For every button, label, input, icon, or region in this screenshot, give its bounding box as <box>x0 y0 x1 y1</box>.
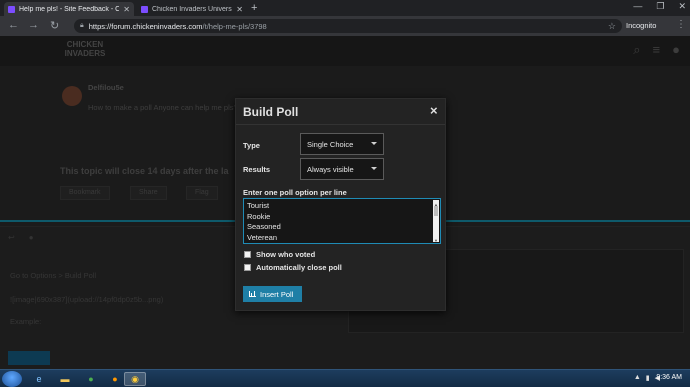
poll-results-value: Always visible <box>307 164 354 174</box>
bookmark-star-icon[interactable]: ☆ <box>608 21 616 32</box>
poll-option-line: Seasoned <box>247 222 281 232</box>
modal-header: Build Poll × <box>236 99 445 125</box>
type-label: Type <box>243 141 260 150</box>
forum-logo[interactable]: CHICKEN INVADERS <box>62 40 108 64</box>
build-poll-modal: Build Poll × Type Single Choice Results … <box>235 98 446 311</box>
poll-options-textarea[interactable]: Tourist Rookie Seasoned Veterean ▲ ▼ <box>243 198 441 244</box>
address-bar[interactable]: 🔒︎ https://forum.chickeninvaders.com/t/h… <box>74 19 622 33</box>
bar-chart-icon <box>249 291 256 297</box>
modal-close-icon[interactable]: × <box>430 103 438 118</box>
chrome-taskbar-icon[interactable]: ◉ <box>124 372 146 386</box>
poster-name[interactable]: Delfilou5e <box>88 83 124 92</box>
post-body: How to make a poll Anyone can help me pl… <box>88 103 238 112</box>
poll-option-line: Rookie <box>247 211 271 221</box>
explorer-taskbar-icon[interactable]: ▬ <box>54 372 76 386</box>
reply-icon[interactable]: ↩ <box>8 233 15 242</box>
browser-tab-strip: Help me pls! - Site Feedback - Ch ✕ Chic… <box>0 0 690 16</box>
composer-text-line: Example: <box>10 317 42 326</box>
ie-taskbar-icon[interactable]: e <box>28 372 50 386</box>
reload-icon[interactable]: ↻ <box>50 19 59 32</box>
bookmark-button[interactable]: Bookmark <box>60 186 110 200</box>
discourse-favicon-icon <box>141 5 148 13</box>
new-tab-button[interactable]: + <box>251 2 257 14</box>
reply-button[interactable] <box>8 351 50 365</box>
flag-button[interactable]: Flag <box>186 186 218 200</box>
share-button[interactable]: Share <box>130 186 167 200</box>
tray-expand-icon[interactable]: ▲ <box>634 374 641 382</box>
scroll-down-icon[interactable]: ▼ <box>434 236 438 247</box>
results-label: Results <box>243 165 271 174</box>
windows-taskbar: e ▬ ● ● ◉ ▲ ▮ ◀ 9:36 AM <box>0 369 690 387</box>
insert-poll-button[interactable]: Insert Poll <box>243 286 302 302</box>
poll-option-line: Veterean <box>247 232 278 242</box>
poster-avatar[interactable] <box>62 86 82 106</box>
insert-poll-label: Insert Poll <box>260 289 294 299</box>
textarea-scrollbar[interactable]: ▲ ▼ <box>433 200 439 243</box>
url-path: /t/help-me-pls/3798 <box>202 21 267 31</box>
forward-arrow-icon[interactable]: → <box>28 19 39 31</box>
app-taskbar-icon[interactable]: ● <box>104 372 126 386</box>
forum-header: CHICKEN INVADERS ⌕ ≡ ● <box>0 36 690 66</box>
header-icons: ⌕ ≡ ● <box>633 42 680 58</box>
auto-close-checkbox[interactable] <box>244 264 251 271</box>
composer-text-line: ![image|690x387](upload://14pf0dp0z5b...… <box>10 295 164 304</box>
composer-text-line: Go to Options > Build Poll <box>10 271 97 280</box>
browser-menu-icon[interactable]: ⋮ <box>676 19 686 30</box>
network-icon[interactable]: ▮ <box>646 374 650 382</box>
dropdown-caret-icon <box>371 142 377 145</box>
taskbar-clock[interactable]: 9:36 AM <box>656 374 682 381</box>
options-label: Enter one poll option per line <box>243 188 347 197</box>
topic-close-notice: This topic will close 14 days after the … <box>60 166 229 176</box>
browser-tab-chicken-invaders[interactable]: Chicken Invaders Universe ✕ <box>137 2 247 16</box>
tab-close-icon[interactable]: ✕ <box>236 5 243 14</box>
poll-option-line: Tourist <box>247 201 270 210</box>
scrollbar-thumb[interactable] <box>434 206 438 216</box>
composer-toolbar: ↩ ● <box>8 233 34 242</box>
discourse-favicon-icon <box>8 5 15 13</box>
hamburger-menu-icon[interactable]: ≡ <box>653 42 661 58</box>
maximize-icon[interactable]: ❐ <box>656 1 664 12</box>
browser-toolbar: ← → ↻ 🔒︎ https://forum.chickeninvaders.c… <box>0 16 690 36</box>
media-taskbar-icon[interactable]: ● <box>80 372 102 386</box>
auto-close-label[interactable]: Automatically close poll <box>256 263 342 272</box>
start-button[interactable] <box>2 371 22 387</box>
tab-close-icon[interactable]: ✕ <box>123 5 130 14</box>
browser-tab-help-me-pls[interactable]: Help me pls! - Site Feedback - Ch ✕ <box>4 2 134 16</box>
user-avatar[interactable]: ● <box>672 42 680 58</box>
incognito-indicator[interactable]: Incognito <box>626 21 656 30</box>
show-who-voted-label[interactable]: Show who voted <box>256 250 315 259</box>
poll-type-value: Single Choice <box>307 139 354 149</box>
poll-results-select[interactable]: Always visible <box>300 158 384 180</box>
minimize-icon[interactable]: — <box>633 1 642 12</box>
user-avatar: ● <box>28 233 34 242</box>
window-close-icon[interactable]: ✕ <box>678 1 686 12</box>
url-host: https://forum.chickeninvaders.com <box>88 21 203 31</box>
dropdown-caret-icon <box>371 167 377 170</box>
lock-icon: 🔒︎ <box>80 22 84 29</box>
poll-type-select[interactable]: Single Choice <box>300 133 384 155</box>
search-icon[interactable]: ⌕ <box>633 42 640 58</box>
window-controls: — ❐ ✕ <box>633 1 686 12</box>
back-arrow-icon[interactable]: ← <box>8 19 19 31</box>
show-who-voted-checkbox[interactable] <box>244 251 251 258</box>
modal-title: Build Poll <box>243 105 299 119</box>
tab-title: Chicken Invaders Universe <box>152 5 233 13</box>
tab-title: Help me pls! - Site Feedback - Ch <box>19 5 120 13</box>
